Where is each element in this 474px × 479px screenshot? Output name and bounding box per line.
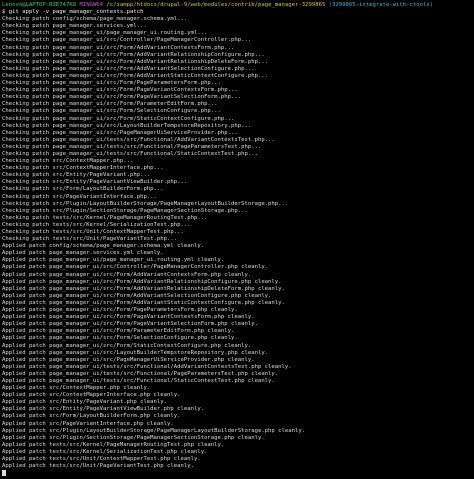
output-line: Applied patch page_manager_ui/src/Form/A…: [2, 271, 252, 278]
output-line: Applied patch tests/src/Kernel/PageManag…: [2, 441, 225, 448]
output-line: Checking patch page_manager.services.yml…: [2, 23, 147, 30]
output-line: Applied patch page_manager_ui/src/Form/P…: [2, 307, 238, 314]
output-line: Applied patch tests/src/Unit/PageVariant…: [2, 463, 194, 470]
output-line: Applied patch page_manager_ui/tests/src/…: [2, 363, 292, 370]
prompt-system: MINGW64: [79, 2, 104, 8]
output-line: Applied patch config/schema/page_manager…: [2, 243, 205, 250]
output-line: Applied patch page_manager_ui/page_manag…: [2, 257, 225, 264]
output-line: Applied patch src/ContextMapper.php clea…: [2, 385, 151, 392]
text-cursor: [2, 470, 6, 477]
output-line: Applied patch page_manager_ui/src/Form/P…: [2, 321, 258, 328]
output-line: Applied patch page_manager_ui/src/Form/A…: [2, 278, 282, 285]
output-line: Checking patch tests/src/Unit/ContextMap…: [2, 229, 184, 235]
output-line: Applied patch page_manager_ui/src/Form/S…: [2, 342, 252, 349]
output-line: Applied patch src/Entity/PageVariantView…: [2, 406, 205, 413]
output-line: Checking patch page_manager_ui/src/Form/…: [2, 115, 235, 122]
output-line: Checking patch src/ContextMapperInterfac…: [2, 165, 164, 172]
output-line: Checking patch page_manager_ui/src/Layou…: [2, 122, 252, 129]
output-line: Checking patch src/Plugin/SectionStorage…: [2, 207, 248, 214]
output-line: Applied patch page_manager_ui/src/PageMa…: [2, 356, 255, 363]
output-line: Applied patch src/Entity/PageVariant.php…: [2, 399, 168, 406]
output-line: Checking patch tests/src/Kernel/Serializ…: [2, 221, 191, 228]
output-line: Checking patch page_manager_ui/src/Form/…: [2, 65, 255, 72]
output-line: Applied patch page_manager_ui/src/Form/P…: [2, 328, 235, 335]
terminal-window[interactable]: Lenovo@LAPTOP-R3E747K8 MINGW64 /c/xampp/…: [0, 0, 474, 479]
output-line: Applied patch src/Form/LayoutBuilderForm…: [2, 413, 181, 420]
command-output: Checking patch config/schema/page_manage…: [2, 16, 474, 470]
output-line: Checking patch page_manager_ui/tests/src…: [2, 136, 275, 143]
output-line: Checking patch page_manager_ui/src/Form/…: [2, 94, 242, 101]
output-line: Applied patch src/PageVariantInterface.p…: [2, 420, 174, 427]
output-line: Applied patch src/Plugin/SectionStorage/…: [2, 434, 265, 441]
output-line: Checking patch page_manager_ui/src/Form/…: [2, 87, 238, 94]
output-line: Checking patch page_manager_ui/src/Contr…: [2, 37, 252, 44]
output-line: Applied patch tests/src/Unit/ContextMapp…: [2, 456, 201, 462]
output-line: Applied patch src/ContextMapperInterface…: [2, 392, 181, 399]
output-line: Checking patch page_manager_ui/src/Form/…: [2, 108, 221, 115]
output-line: Checking patch page_manager_ui/tests/src…: [2, 143, 262, 150]
output-line: Applied patch page_manager.services.yml …: [2, 250, 164, 257]
output-line: Checking patch src/PageVariantInterface.…: [2, 193, 157, 200]
output-line: Applied patch page_manager_ui/tests/src/…: [2, 370, 279, 377]
output-line: Checking patch src/Entity/PageVariantVie…: [2, 179, 188, 186]
output-line: Checking patch page_manager_ui/src/Form/…: [2, 44, 235, 51]
output-line: Applied patch page_manager_ui/tests/src/…: [2, 377, 275, 384]
output-line: Checking patch tests/src/Unit/PageVarian…: [2, 236, 178, 243]
output-line: Checking patch page_manager_ui/page_mana…: [2, 30, 208, 37]
output-line: Checking patch config/schema/page_manage…: [2, 16, 188, 23]
shell-prompt: Lenovo@LAPTOP-R3E747K8 MINGW64 /c/xampp/…: [2, 2, 474, 9]
output-line: Checking patch page_manager_ui/src/Form/…: [2, 51, 265, 58]
output-line: Applied patch page_manager_ui/src/Form/P…: [2, 314, 255, 321]
output-line: Applied patch src/Plugin/LayoutBuilderSt…: [2, 427, 306, 434]
output-line: Checking patch src/Plugin/LayoutBuilderS…: [2, 200, 289, 207]
output-line: Checking patch tests/src/Kernel/PageMana…: [2, 214, 208, 221]
output-line: Applied patch page_manager_ui/src/Layout…: [2, 349, 269, 356]
output-line: Checking patch page_manager_ui/src/Form/…: [2, 80, 221, 87]
output-line: Applied patch page_manager_ui/src/Form/S…: [2, 335, 238, 342]
output-line: Checking patch src/ContextMapper.php...: [2, 158, 134, 165]
output-line: Checking patch page_manager_ui/src/Form/…: [2, 72, 269, 79]
command-line: $ git apply -v page_manager_contexts.pat…: [2, 9, 144, 16]
output-line: Checking patch page_manager_ui/src/Form/…: [2, 58, 269, 65]
output-line: Checking patch page_manager_ui/src/Form/…: [2, 101, 218, 108]
prompt-user-host: Lenovo@LAPTOP-R3E747K8: [2, 2, 77, 8]
output-line: Checking patch page_manager_ui/src/PageM…: [2, 129, 238, 136]
output-line: Applied patch tests/src/Kernel/Serializa…: [2, 448, 208, 455]
prompt-branch: (3299865-integrate-with-ctools): [328, 2, 434, 8]
output-line: Checking patch src/Form/LayoutBuilderFor…: [2, 186, 164, 193]
output-line: Applied patch page_manager_ui/src/Form/A…: [2, 285, 285, 292]
input-line[interactable]: [2, 470, 474, 477]
output-line: Applied patch page_manager_ui/src/Form/A…: [2, 292, 272, 299]
output-line: Applied patch page_manager_ui/src/Contro…: [2, 264, 269, 271]
prompt-path: /c/xampp/htdocs/drupal-9/web/modules/con…: [106, 2, 326, 8]
output-line: Checking patch page_manager_ui/tests/src…: [2, 150, 258, 157]
output-line: Checking patch src/Entity/PageVariant.ph…: [2, 172, 151, 179]
output-line: Applied patch page_manager_ui/src/Form/A…: [2, 299, 285, 306]
